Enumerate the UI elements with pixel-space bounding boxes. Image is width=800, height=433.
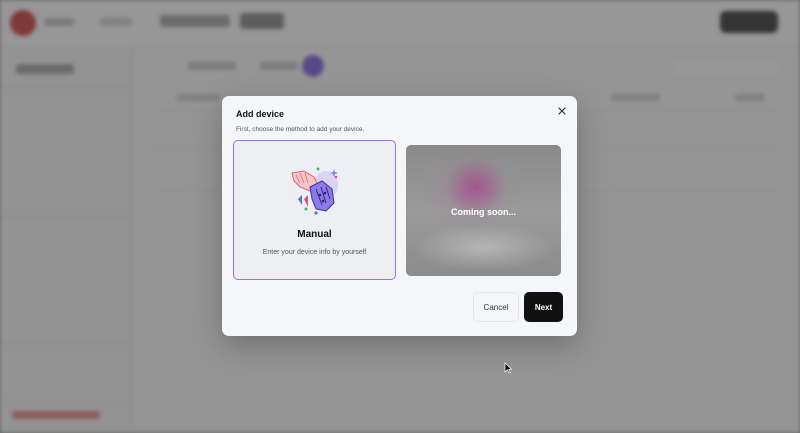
dialog-title: Add device bbox=[236, 109, 285, 119]
manual-option-title: Manual bbox=[297, 229, 332, 240]
mouse-cursor-icon bbox=[504, 362, 512, 374]
close-button[interactable] bbox=[555, 104, 569, 118]
close-icon bbox=[558, 107, 566, 115]
cancel-button[interactable]: Cancel bbox=[473, 292, 519, 322]
coming-soon-label: Coming soon... bbox=[451, 207, 516, 217]
manual-option-description: Enter your device info by yourself bbox=[262, 249, 367, 256]
add-device-dialog: Add device First, choose the method to a… bbox=[222, 96, 577, 336]
manual-option-card[interactable]: Manual Enter your device info by yoursel… bbox=[233, 140, 396, 280]
next-button[interactable]: Next bbox=[524, 292, 563, 322]
hand-cyborg-illustration-icon bbox=[291, 167, 338, 215]
dialog-subtitle: First, choose the method to add your dev… bbox=[236, 126, 365, 133]
automatic-option-card-disabled: Coming soon... bbox=[406, 145, 561, 276]
